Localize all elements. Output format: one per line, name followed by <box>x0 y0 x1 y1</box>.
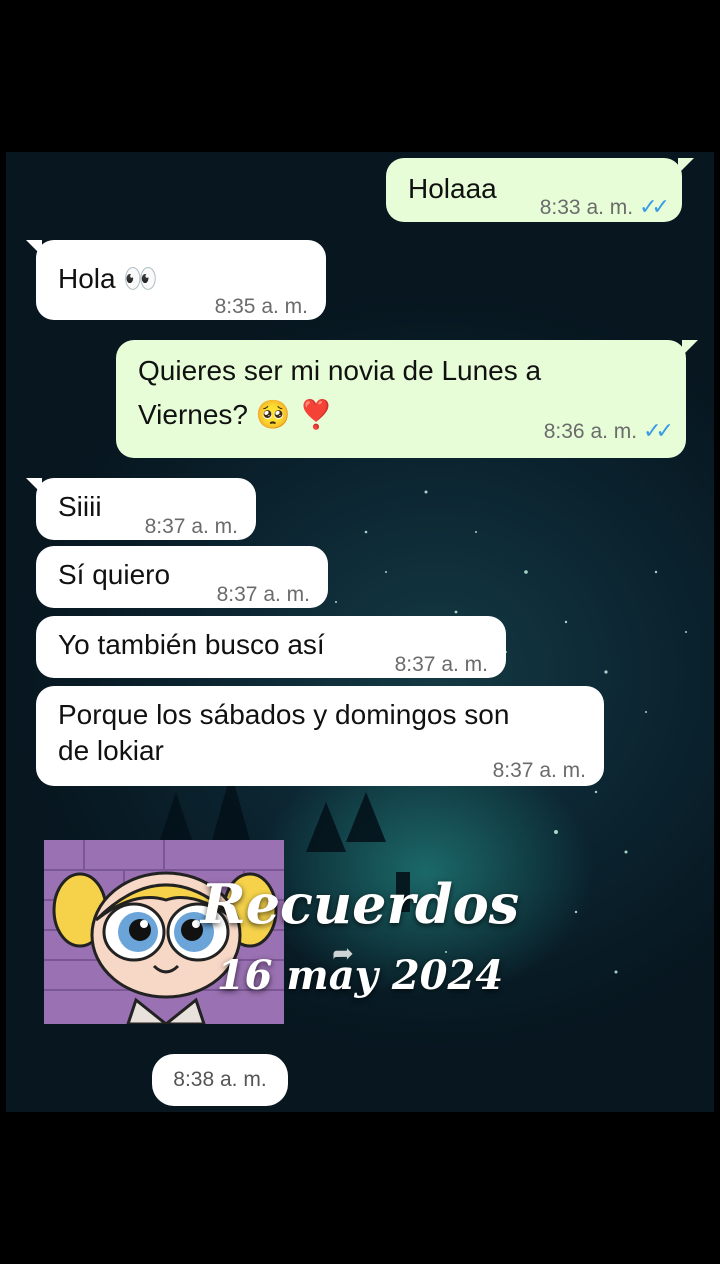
pleading-heart-emoji: 🥺 ❣️ <box>255 399 334 430</box>
message-text-line2: de lokiar <box>58 735 164 766</box>
message-time: 8:35 a. m. <box>214 295 308 318</box>
forward-icon[interactable]: ➦ <box>332 938 354 969</box>
message-text: Siiii <box>58 491 102 522</box>
message-time: 8:37 a. m. <box>394 653 488 676</box>
message-text: Holaaa <box>408 173 497 204</box>
message-incoming[interactable]: Yo también busco así 8:37 a. m. <box>36 616 506 678</box>
message-outgoing[interactable]: Holaaa 8:33 a. m. ✓✓ <box>386 158 694 222</box>
message-incoming[interactable]: Sí quiero 8:37 a. m. <box>36 546 328 608</box>
message-text-line1: Quieres ser mi novia de Lunes a <box>138 355 542 386</box>
bubble-tail <box>678 158 694 174</box>
eyes-emoji: 👀 <box>123 263 159 294</box>
time-label: 8:33 a. m. <box>539 196 634 219</box>
double-check-icon: ✓✓ <box>643 418 674 443</box>
message-incoming[interactable]: Siiii 8:37 a. m. <box>26 478 256 540</box>
message-time: 8:37 a. m. <box>492 759 586 782</box>
bubble-tail <box>26 478 42 494</box>
message-time: 8:37 a. m. <box>216 583 310 606</box>
bubble-tail <box>26 240 42 256</box>
message-text: Hola 👀 <box>58 260 158 298</box>
message-text-line1: Porque los sábados y domingos son <box>58 699 510 730</box>
double-check-icon: ✓✓ <box>639 194 670 219</box>
sticker-time-badge: 8:38 a. m. <box>152 1054 288 1106</box>
message-text: Yo también busco así <box>58 629 325 660</box>
message-incoming[interactable]: Hola 👀 8:35 a. m. <box>26 240 326 320</box>
message-outgoing[interactable]: Quieres ser mi novia de Lunes a Viernes?… <box>116 340 698 458</box>
overlay-date: 16 may 2024 <box>216 952 504 999</box>
message-time: 8:37 a. m. <box>144 515 238 538</box>
message-time: 8:33 a. m. ✓✓ <box>539 188 670 227</box>
message-text: Sí quiero <box>58 559 171 590</box>
message-text-line2: Viernes? 🥺 ❣️ <box>138 396 333 434</box>
message-text-content: Viernes? <box>138 399 249 430</box>
message-incoming[interactable]: Porque los sábados y domingos son de lok… <box>36 686 604 786</box>
time-label: 8:36 a. m. <box>543 420 638 443</box>
message-text-content: Hola <box>58 263 116 294</box>
message-time: 8:36 a. m. ✓✓ <box>543 412 674 451</box>
overlay-title: Recuerdos <box>200 872 520 936</box>
bubble-tail <box>682 340 698 356</box>
